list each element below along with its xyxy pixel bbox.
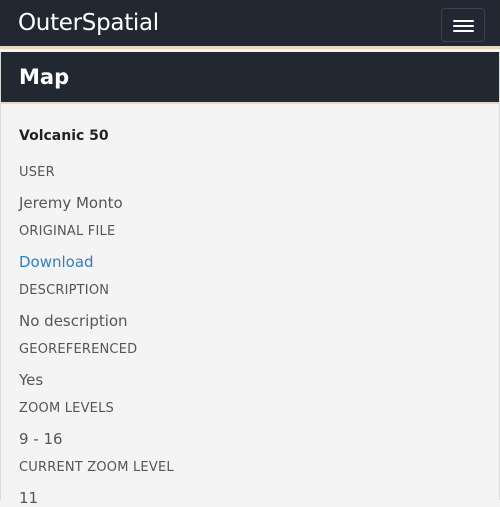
brand-logo[interactable]: OuterSpatial <box>18 10 159 36</box>
download-link[interactable]: Download <box>19 253 94 271</box>
current-zoom-label: CURRENT ZOOM LEVEL <box>19 460 174 475</box>
description-label: DESCRIPTION <box>19 283 110 298</box>
menu-toggle-button[interactable] <box>441 8 485 42</box>
original-file-label: ORIGINAL FILE <box>19 224 116 239</box>
page-title: Map <box>19 65 70 89</box>
user-value: Jeremy Monto <box>19 194 123 212</box>
map-panel: Map Volcanic 50 USER Jeremy Monto ORIGIN… <box>0 52 500 507</box>
zoom-levels-label: ZOOM LEVELS <box>19 401 114 416</box>
georeferenced-label: GEOREFERENCED <box>19 342 138 357</box>
top-navbar: OuterSpatial <box>0 0 500 49</box>
current-zoom-value: 11 <box>19 489 39 507</box>
zoom-levels-value: 9 - 16 <box>19 430 63 448</box>
georeferenced-value: Yes <box>19 371 44 389</box>
panel-heading: Map <box>1 52 499 104</box>
map-name: Volcanic 50 <box>19 128 109 144</box>
description-value: No description <box>19 312 128 330</box>
user-label: USER <box>19 165 55 180</box>
